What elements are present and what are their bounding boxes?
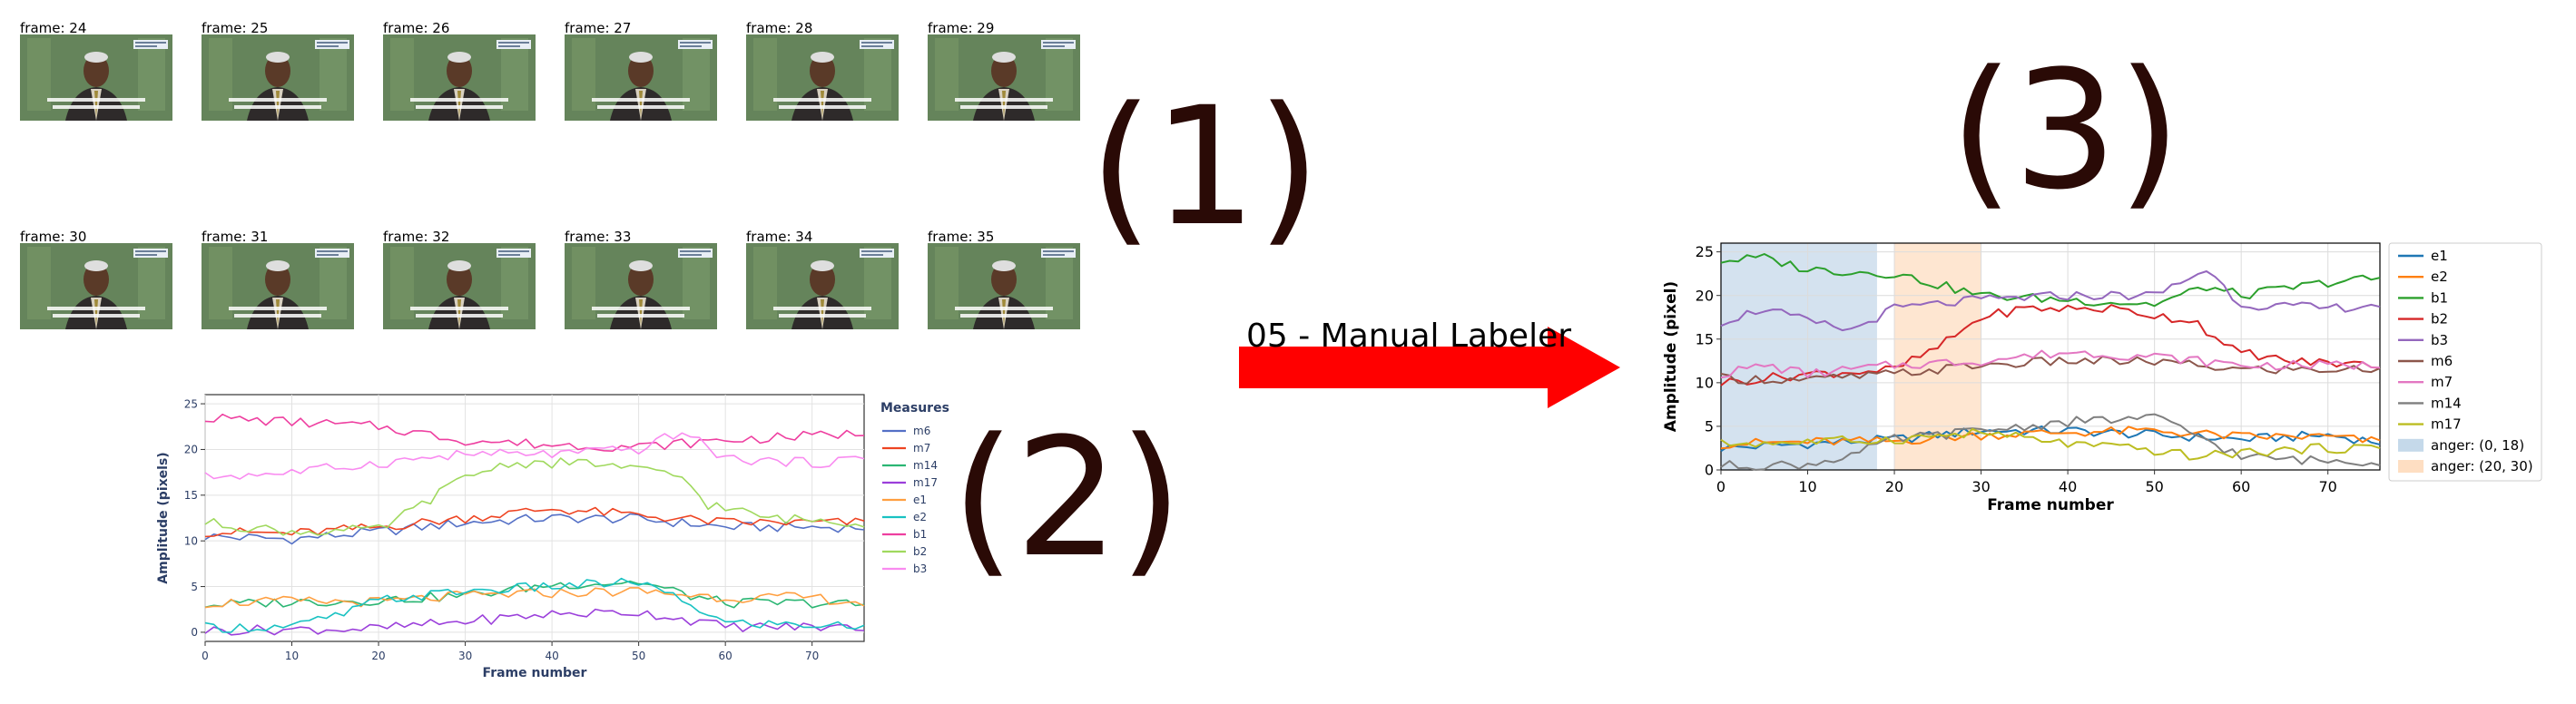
y-tick-label: 20 (184, 444, 198, 456)
x-tick-label: 60 (2232, 478, 2250, 495)
x-tick-label: 20 (1885, 478, 1903, 495)
y-tick-label: 0 (191, 626, 198, 639)
video-frame-thumbnail (20, 34, 172, 121)
y-tick-label: 15 (184, 489, 198, 502)
legend-entry: m7 (913, 442, 930, 455)
legend-entry: b1 (2431, 289, 2448, 306)
x-tick-label: 20 (371, 650, 385, 662)
arrow-label: 05 - Manual Labeler (1246, 318, 1572, 355)
legend-entry: e2 (913, 511, 927, 523)
y-tick-label: 20 (1696, 287, 1714, 304)
legend-entry: m17 (913, 476, 938, 489)
legend-entry: b3 (2431, 332, 2448, 348)
x-tick-label: 40 (2059, 478, 2077, 495)
legend-entry: anger: (0, 18) (2431, 437, 2524, 454)
video-frame-thumbnail (202, 34, 354, 121)
x-tick-label: 10 (285, 650, 299, 662)
x-tick-label: 0 (202, 650, 209, 662)
legend-entry: m6 (2431, 353, 2453, 369)
legend-swatch (2398, 460, 2424, 473)
legend-entry: anger: (20, 30) (2431, 458, 2533, 474)
region-0 (1721, 243, 1877, 470)
video-frame-thumbnail (746, 34, 899, 121)
video-frame-thumbnail (383, 243, 536, 329)
video-frame-thumbnail (565, 243, 717, 329)
chart3-ylabel: Amplitude (pixel) (1662, 281, 1680, 432)
region-1 (1894, 243, 1981, 470)
legend-entry: b2 (913, 545, 927, 558)
x-tick-label: 50 (2145, 478, 2163, 495)
y-tick-label: 15 (1696, 330, 1714, 347)
y-tick-label: 5 (191, 581, 198, 593)
x-tick-label: 70 (2319, 478, 2337, 495)
x-tick-label: 70 (805, 650, 819, 662)
labeled-chart: 0 10 20 30 40 50 60 70 0 5 10 15 20 25 Frame number A… (1662, 242, 2542, 514)
video-frame-thumbnail (928, 34, 1080, 121)
x-tick-label: 50 (632, 650, 645, 662)
video-frame-thumbnail (928, 243, 1080, 329)
step-1-label: (1) (1089, 73, 1321, 262)
video-frame-thumbnail (746, 243, 899, 329)
y-tick-label: 25 (184, 397, 198, 410)
y-tick-label: 10 (1696, 374, 1714, 391)
x-tick-label: 60 (719, 650, 732, 662)
measures-chart: 0 10 20 30 40 50 60 70 0 5 10 15 20 25 Frame number A… (156, 394, 949, 680)
legend-entry: m7 (2431, 374, 2453, 390)
x-tick-label: 30 (1971, 478, 1990, 495)
x-tick-label: 0 (1716, 478, 1726, 495)
video-frame-thumbnail (20, 243, 172, 329)
step-2-label: (2) (951, 404, 1183, 593)
legend-entry: b2 (2431, 311, 2448, 328)
video-frame-thumbnail (202, 243, 354, 329)
video-frame-thumbnail (565, 34, 717, 121)
x-tick-label: 10 (1798, 478, 1816, 495)
y-tick-label: 5 (1705, 418, 1714, 435)
step-3-label: (3) (1950, 36, 2181, 226)
chart2-xlabel: Frame number (483, 666, 587, 680)
y-tick-label: 0 (1705, 462, 1714, 479)
x-tick-label: 40 (545, 650, 558, 662)
chart3-legend: e1 e2 b1 b2 b3 m6 m7 m14 m17 anger: (0, 18) anger:… (2388, 242, 2542, 482)
legend-entry: e1 (2431, 248, 2448, 264)
chart2-legend-title: Measures (880, 401, 949, 416)
y-tick-label: 25 (1696, 243, 1714, 260)
legend-swatch (2398, 438, 2424, 452)
legend-entry: m17 (2431, 416, 2462, 433)
legend-entry: m14 (913, 459, 938, 472)
y-tick-label: 10 (184, 534, 198, 547)
legend-entry: m14 (2431, 395, 2462, 411)
legend-entry: b1 (913, 528, 927, 541)
chart2-ylabel: Amplitude (pixels) (156, 452, 171, 583)
legend-entry: e1 (913, 494, 927, 506)
chart3-xlabel: Frame number (1987, 496, 2114, 514)
legend-entry: m6 (913, 425, 930, 437)
legend-entry: b3 (913, 562, 927, 575)
x-tick-label: 30 (458, 650, 472, 662)
chart2-legend: Measures m6 m7 m14 m17 e1 e2 b1 b2 b3 (880, 401, 949, 575)
video-frame-thumbnail (383, 34, 536, 121)
legend-entry: e2 (2431, 269, 2448, 285)
